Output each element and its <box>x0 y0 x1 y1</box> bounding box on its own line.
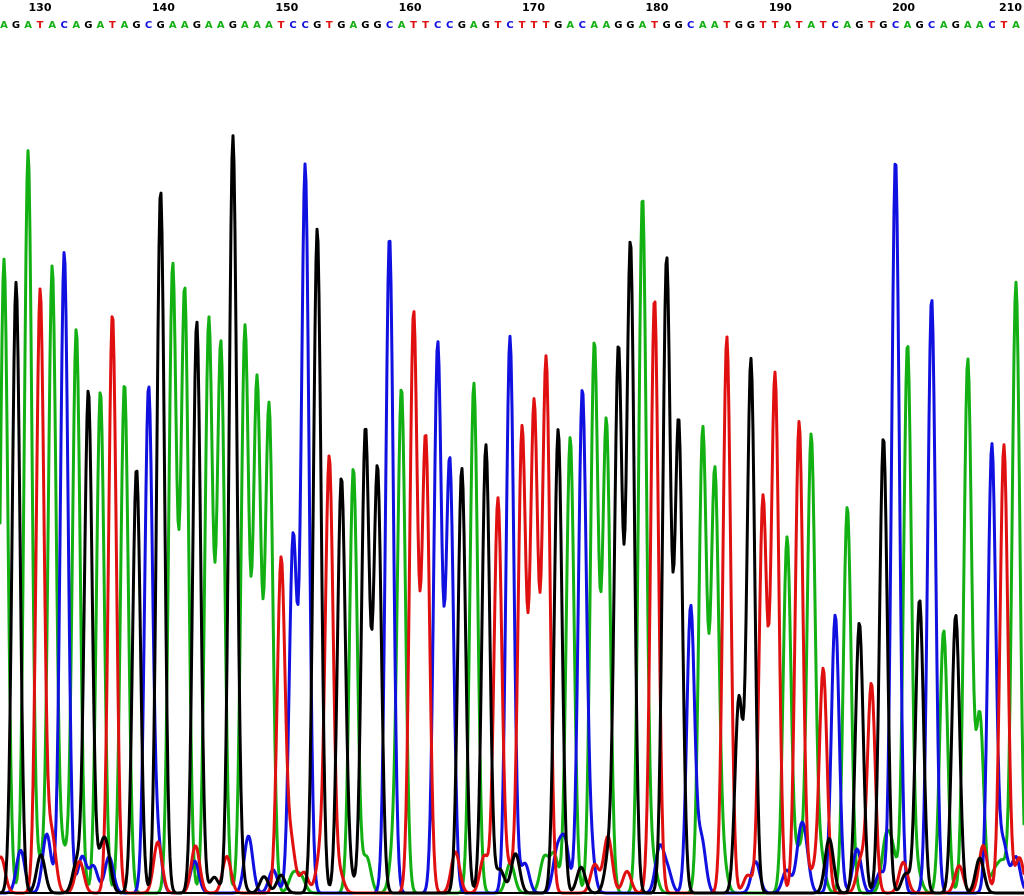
base-call: C <box>988 20 995 31</box>
base-call: G <box>156 20 164 31</box>
base-call: A <box>1012 20 1020 31</box>
base-call: T <box>723 20 730 31</box>
base-call: G <box>313 20 321 31</box>
base-call: G <box>373 20 381 31</box>
base-call: A <box>253 20 261 31</box>
base-call: A <box>24 20 32 31</box>
position-axis: 130 140 150 160 170 180 190 200 210 <box>29 1 1023 14</box>
base-call: G <box>482 20 490 31</box>
base-call: G <box>614 20 622 31</box>
base-call: A <box>843 20 851 31</box>
base-call: T <box>760 20 767 31</box>
base-call: A <box>398 20 406 31</box>
base-call: A <box>205 20 213 31</box>
base-call: G <box>12 20 20 31</box>
base-call: C <box>302 20 309 31</box>
base-call: G <box>458 20 466 31</box>
base-call: G <box>662 20 670 31</box>
base-call: C <box>687 20 694 31</box>
base-call: A <box>566 20 574 31</box>
base-call: T <box>326 20 333 31</box>
base-call: T <box>37 20 44 31</box>
base-call: G <box>626 20 634 31</box>
base-call: C <box>446 20 453 31</box>
base-call: G <box>915 20 923 31</box>
base-call: G <box>132 20 140 31</box>
base-call: G <box>952 20 960 31</box>
base-call: C <box>928 20 935 31</box>
base-call: C <box>506 20 513 31</box>
position-tick-label: 140 <box>152 1 175 14</box>
base-call: G <box>229 20 237 31</box>
base-call: A <box>241 20 249 31</box>
base-call: A <box>590 20 598 31</box>
base-call: T <box>772 20 779 31</box>
base-call: T <box>531 20 538 31</box>
position-tick-label: 130 <box>29 1 52 14</box>
base-call: C <box>289 20 296 31</box>
base-call: C <box>145 20 152 31</box>
base-call: C <box>892 20 899 31</box>
base-call: G <box>674 20 682 31</box>
base-call: A <box>603 20 611 31</box>
position-tick-label: 200 <box>892 1 915 14</box>
base-call: C <box>579 20 586 31</box>
position-tick-label: 190 <box>769 1 792 14</box>
position-tick-label: 210 <box>999 1 1022 14</box>
base-call: A <box>470 20 478 31</box>
base-call: A <box>72 20 80 31</box>
chromatogram: 130 140 150 160 170 180 190 200 210 AGATACAGATAG… <box>0 1 1024 895</box>
base-call: A <box>807 20 815 31</box>
base-call: C <box>434 20 441 31</box>
base-call: T <box>868 20 875 31</box>
base-call: T <box>278 20 285 31</box>
position-tick-label: 150 <box>275 1 298 14</box>
base-call: A <box>48 20 56 31</box>
base-call: T <box>519 20 526 31</box>
position-tick-label: 170 <box>522 1 545 14</box>
base-call: A <box>699 20 707 31</box>
base-call: T <box>651 20 658 31</box>
base-call: C <box>832 20 839 31</box>
base-call: T <box>109 20 116 31</box>
base-call: A <box>783 20 791 31</box>
trace-area <box>0 134 1024 895</box>
base-call: T <box>494 20 501 31</box>
position-tick-label: 180 <box>645 1 668 14</box>
base-call: A <box>350 20 358 31</box>
base-call: A <box>940 20 948 31</box>
base-call: T <box>796 20 803 31</box>
base-call: A <box>904 20 912 31</box>
base-call: A <box>964 20 972 31</box>
base-call: G <box>879 20 887 31</box>
base-call: A <box>217 20 225 31</box>
base-call: A <box>265 20 273 31</box>
base-call: T <box>410 20 417 31</box>
base-call: A <box>639 20 647 31</box>
base-call: A <box>711 20 719 31</box>
base-call: G <box>554 20 562 31</box>
base-call: G <box>337 20 345 31</box>
base-call-row: AGATACAGATAGCGAAGAAGAAATCCGTGAGGCATTCCGA… <box>0 20 1020 31</box>
base-call: T <box>543 20 550 31</box>
base-call: A <box>121 20 129 31</box>
base-call: A <box>169 20 177 31</box>
base-call: C <box>61 20 68 31</box>
position-tick-label: 160 <box>399 1 422 14</box>
base-call: A <box>97 20 105 31</box>
base-call: G <box>855 20 863 31</box>
base-call: T <box>1000 20 1007 31</box>
base-call: A <box>0 20 8 31</box>
base-call: G <box>361 20 369 31</box>
base-call: A <box>976 20 984 31</box>
base-call: T <box>422 20 429 31</box>
base-call: T <box>820 20 827 31</box>
base-call: G <box>193 20 201 31</box>
base-call: G <box>747 20 755 31</box>
base-call: A <box>181 20 189 31</box>
base-call: G <box>735 20 743 31</box>
base-call: G <box>84 20 92 31</box>
base-call: C <box>386 20 393 31</box>
